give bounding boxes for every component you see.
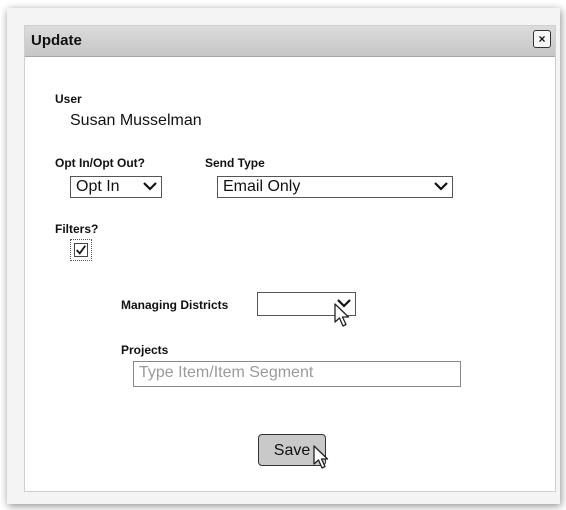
- update-dialog: Update × User Susan Musselman Opt In/Opt…: [24, 25, 556, 492]
- mouse-cursor-icon: [334, 303, 350, 327]
- send-type-label: Send Type: [205, 156, 265, 170]
- managing-districts-label: Managing Districts: [121, 298, 229, 312]
- user-name: Susan Musselman: [70, 112, 202, 129]
- close-icon: ×: [538, 32, 546, 46]
- filters-checkbox[interactable]: [74, 243, 88, 257]
- projects-label: Projects: [121, 343, 169, 357]
- dialog-titlebar: Update ×: [25, 26, 555, 57]
- filters-label: Filters?: [55, 222, 99, 236]
- checkmark-icon: [76, 245, 86, 255]
- filters-checkbox-focus: [70, 239, 92, 261]
- send-type-select[interactable]: Email Only: [217, 176, 453, 198]
- send-type-value: Email Only: [223, 178, 301, 195]
- dialog-title: Update: [31, 32, 82, 49]
- mouse-cursor-icon: [313, 445, 329, 469]
- opt-in-out-select[interactable]: Opt In: [70, 176, 162, 198]
- projects-input[interactable]: Type Item/Item Segment: [133, 361, 461, 387]
- user-label: User: [55, 92, 82, 106]
- opt-in-out-label: Opt In/Opt Out?: [55, 156, 145, 170]
- chevron-down-icon: [434, 182, 448, 191]
- opt-in-out-value: Opt In: [76, 178, 120, 195]
- chevron-down-icon: [143, 182, 157, 191]
- projects-placeholder: Type Item/Item Segment: [139, 364, 314, 381]
- close-button[interactable]: ×: [533, 30, 551, 48]
